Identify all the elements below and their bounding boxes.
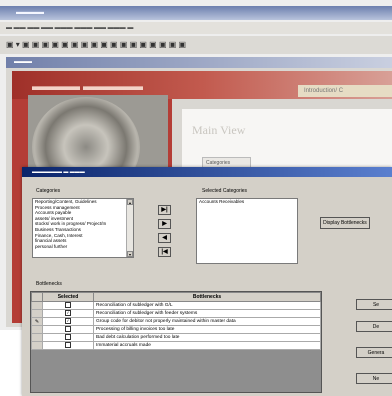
table-row[interactable]: Immaterial accruals made <box>31 341 321 350</box>
background-menu-bar: ▬ ▬▬ ▬▬ ▬▬ ▬▬▬ ▬▬▬ ▬▬ ▬▬▬ ▬ <box>0 22 392 34</box>
row-selector[interactable] <box>31 301 43 310</box>
move-right-button[interactable]: ▶ <box>158 219 171 229</box>
bottleneck-text: Reconciliation of subledger with G/L <box>93 301 321 310</box>
selected-cell <box>42 325 94 334</box>
table-row[interactable]: Bad debt calculation performed too late <box>31 333 321 342</box>
selected-categories-list[interactable]: Accounts Receivables <box>196 198 298 264</box>
table-row[interactable]: Reconciliation of subledger with G/L <box>31 301 321 310</box>
table-row[interactable]: ✓ Reconciliation of subledger with feeder… <box>31 309 321 318</box>
categories-scrollbar[interactable]: ▴ ▾ <box>126 199 133 257</box>
background-title-bar: ▬▬▬▬ <box>0 6 392 20</box>
deselect-button[interactable]: De <box>356 321 392 332</box>
selected-cell <box>42 341 94 350</box>
selected-categories-label: Selected Categories <box>202 188 248 194</box>
category-list-item[interactable]: personal further <box>33 244 133 250</box>
bottleneck-text: Reconciliation of subledger with feeder … <box>93 309 321 318</box>
row-selector[interactable] <box>31 341 43 350</box>
scroll-down-icon[interactable]: ▾ <box>127 251 133 257</box>
dialog-title-bar: ▬▬▬▬▬▬ ▬ ▬▬▬ <box>22 167 392 177</box>
bottleneck-text: Processing of billing invoices too late <box>93 325 321 334</box>
bottleneck-dialog: ▬▬▬▬▬▬ ▬ ▬▬▬ Categories Reporting/Conten… <box>22 167 392 396</box>
bottleneck-text: Immaterial accruals made <box>93 341 321 350</box>
main-view-title: Main View <box>192 123 246 137</box>
subwindow-title-bar: ▬▬▬ <box>6 57 392 68</box>
selected-cell <box>42 301 94 310</box>
scroll-up-icon[interactable]: ▴ <box>127 199 133 205</box>
bottlenecks-column-header: Bottlenecks <box>93 292 321 302</box>
checkbox-unchecked[interactable] <box>65 334 71 341</box>
categories-list[interactable]: Reporting/Content, Guidelines Process man… <box>32 198 134 258</box>
current-row-pencil-icon[interactable]: ✎ <box>31 317 43 326</box>
bottleneck-text: Bad debt calculation performed too late <box>93 333 321 342</box>
selected-cell: ✓ <box>42 309 94 318</box>
checkbox-checked[interactable]: ✓ <box>65 318 71 325</box>
bottlenecks-table: Selected Bottlenecks Reconciliation of s… <box>30 291 322 393</box>
new-button[interactable]: Ne <box>356 373 392 384</box>
row-selector-header <box>31 292 43 302</box>
selected-column-header: Selected <box>42 292 94 302</box>
move-left-button[interactable]: ◀ <box>158 233 171 243</box>
row-selector[interactable] <box>31 333 43 342</box>
generate-button[interactable]: Genera <box>356 347 392 358</box>
table-row[interactable]: ✎ ✓ Group code for debitor not properly ma… <box>31 317 321 326</box>
banner-title: ▬▬▬▬ ▬▬▬▬▬ <box>32 79 143 93</box>
selected-cell: ✓ <box>42 317 94 326</box>
checkbox-unchecked[interactable] <box>65 302 71 309</box>
categories-label: Categories <box>36 188 61 194</box>
selected-category-item[interactable]: Accounts Receivables <box>197 199 297 205</box>
row-selector[interactable] <box>31 309 43 318</box>
bottlenecks-label: Bottlenecks <box>36 281 62 287</box>
checkbox-unchecked[interactable] <box>65 326 71 333</box>
checkbox-unchecked[interactable] <box>65 342 71 349</box>
table-row[interactable]: Processing of billing invoices too late <box>31 325 321 334</box>
selected-cell <box>42 333 94 342</box>
move-all-left-button[interactable]: |◀ <box>158 247 171 257</box>
move-all-right-button[interactable]: ▶| <box>158 205 171 215</box>
row-selector[interactable] <box>31 325 43 334</box>
display-bottlenecks-button[interactable]: Display Bottlenecks <box>320 217 370 229</box>
background-toolbar: ▣ ▾ ▣ ▣ ▣ ▣ ▣ ▣ ▣ ▣ ▣ ▣ ▣ ▣ ▣ ▣ ▣ ▣ ▣ <box>0 36 392 54</box>
select-button[interactable]: Se <box>356 299 392 310</box>
bottleneck-text: Group code for debitor not properly main… <box>93 317 321 326</box>
checkbox-checked[interactable]: ✓ <box>65 310 71 317</box>
introduction-tab[interactable]: Introduction/ C <box>298 85 392 97</box>
